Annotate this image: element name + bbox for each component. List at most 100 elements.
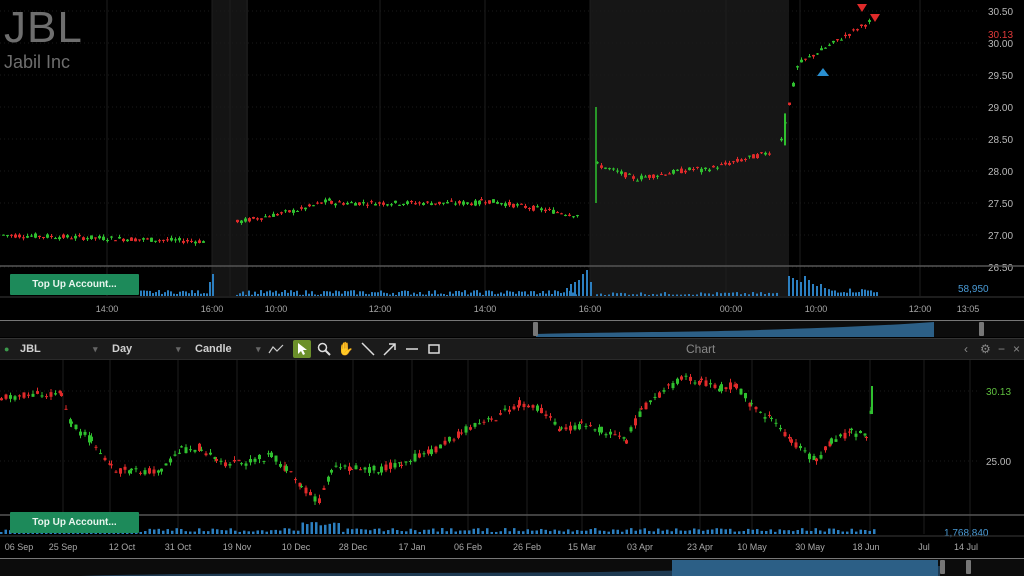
volume-bar (202, 531, 205, 534)
volume-bar (542, 291, 544, 296)
rectangle-icon[interactable] (425, 340, 443, 358)
daily-candle (143, 470, 147, 475)
intraday-candle (800, 59, 803, 63)
volume-bar (545, 293, 547, 296)
intraday-chart[interactable]: 30.5030.0029.5029.0028.5028.0027.5027.00… (0, 0, 1024, 338)
intraday-candle (752, 154, 755, 159)
volume-bar (470, 292, 472, 296)
intraday-candle (808, 56, 811, 58)
intraday-candle (852, 29, 855, 31)
volume-bar (337, 523, 340, 534)
intraday-candle (394, 200, 397, 203)
volume-bar (459, 530, 462, 534)
daily-candle (228, 464, 232, 466)
intraday-candle (330, 201, 333, 204)
volume-bar (628, 294, 630, 296)
volume-bar (140, 290, 142, 296)
intraday-candle (138, 239, 141, 241)
minimize-icon[interactable]: − (998, 339, 1005, 359)
daily-candle (754, 406, 758, 410)
intraday-candle (756, 154, 759, 159)
draw-line-icon[interactable] (267, 340, 285, 358)
navigator-handle (940, 560, 945, 574)
horizontal-line-icon[interactable] (403, 340, 421, 358)
daily-candle (684, 375, 688, 377)
volume-bar (476, 290, 478, 296)
close-icon[interactable]: × (1013, 339, 1020, 359)
volume-bar (173, 293, 175, 296)
intraday-candle (14, 234, 17, 238)
volume-bar (846, 531, 849, 534)
intraday-candle (680, 168, 683, 174)
intraday-candle (840, 39, 843, 41)
volume-bar (472, 528, 475, 534)
intraday-candle (828, 44, 831, 46)
line-tool-icon[interactable] (359, 340, 377, 358)
intraday-candle (508, 201, 511, 206)
volume-bar (648, 530, 651, 534)
volume-bar (787, 530, 790, 534)
intraday-candle (816, 53, 819, 55)
daily-candle (593, 429, 597, 431)
daily-candle (544, 414, 548, 416)
intraday-candle (256, 218, 259, 220)
volume-bar (216, 529, 219, 534)
chart-type-selector[interactable]: Candle (195, 339, 232, 359)
intraday-candle (260, 218, 263, 220)
volume-bar (260, 290, 262, 296)
time-axis-label: 16:00 (579, 304, 602, 314)
collapse-icon[interactable]: ‹ (964, 339, 968, 359)
date-axis-label: 19 Nov (223, 542, 252, 552)
daily-candle (267, 453, 270, 455)
intraday-candle (122, 238, 125, 242)
volume-bar (422, 294, 424, 296)
period-selector[interactable]: Day (112, 339, 132, 359)
daily-candle (400, 464, 403, 466)
volume-bar (441, 528, 444, 534)
intraday-candle (620, 171, 623, 174)
zoom-icon[interactable] (315, 340, 333, 358)
intraday-candle (716, 167, 719, 169)
volume-bar (344, 290, 346, 296)
volume-bar (861, 289, 863, 296)
daily-candle (178, 452, 181, 454)
daily-candle (313, 496, 317, 502)
volume-bar (284, 290, 286, 296)
intraday-candle (142, 238, 145, 240)
daily-candle (724, 387, 728, 389)
daily-candle (558, 428, 561, 432)
pan-hand-icon[interactable]: ✋ (337, 340, 355, 358)
chevron-down-icon[interactable]: ▾ (93, 339, 98, 359)
volume-bar (562, 531, 565, 534)
daily-candle (258, 454, 261, 460)
top-up-account-button-daily[interactable]: Top Up Account... (10, 512, 139, 533)
settings-icon[interactable]: ⚙ (980, 339, 991, 359)
intraday-candle (292, 209, 295, 213)
volume-bar (311, 291, 313, 296)
cursor-icon[interactable] (293, 340, 311, 358)
daily-candle (662, 390, 666, 392)
daily-candle (413, 453, 417, 462)
top-up-account-button[interactable]: Top Up Account... (10, 274, 139, 295)
daily-candle (704, 380, 708, 386)
chevron-down-icon[interactable]: ▾ (176, 339, 181, 359)
volume-bar (513, 528, 516, 534)
daily-candle (828, 441, 832, 447)
daily-candle (300, 486, 303, 488)
arrow-tool-icon[interactable] (381, 340, 399, 358)
volume-bar (278, 293, 280, 296)
volume-bar (571, 531, 574, 534)
daily-candle (839, 434, 842, 437)
intraday-candle (524, 205, 527, 208)
volume-bar (724, 529, 727, 534)
symbol-selector[interactable]: JBL (20, 339, 41, 359)
volume-bar (612, 292, 614, 296)
intraday-candle (796, 66, 799, 68)
intraday-candle (560, 213, 563, 215)
daily-candle (779, 427, 782, 430)
volume-bar (858, 291, 860, 296)
chevron-down-icon[interactable]: ▾ (256, 339, 261, 359)
daily-candle (709, 383, 712, 385)
volume-bar (608, 294, 610, 296)
intraday-candle (190, 240, 193, 242)
